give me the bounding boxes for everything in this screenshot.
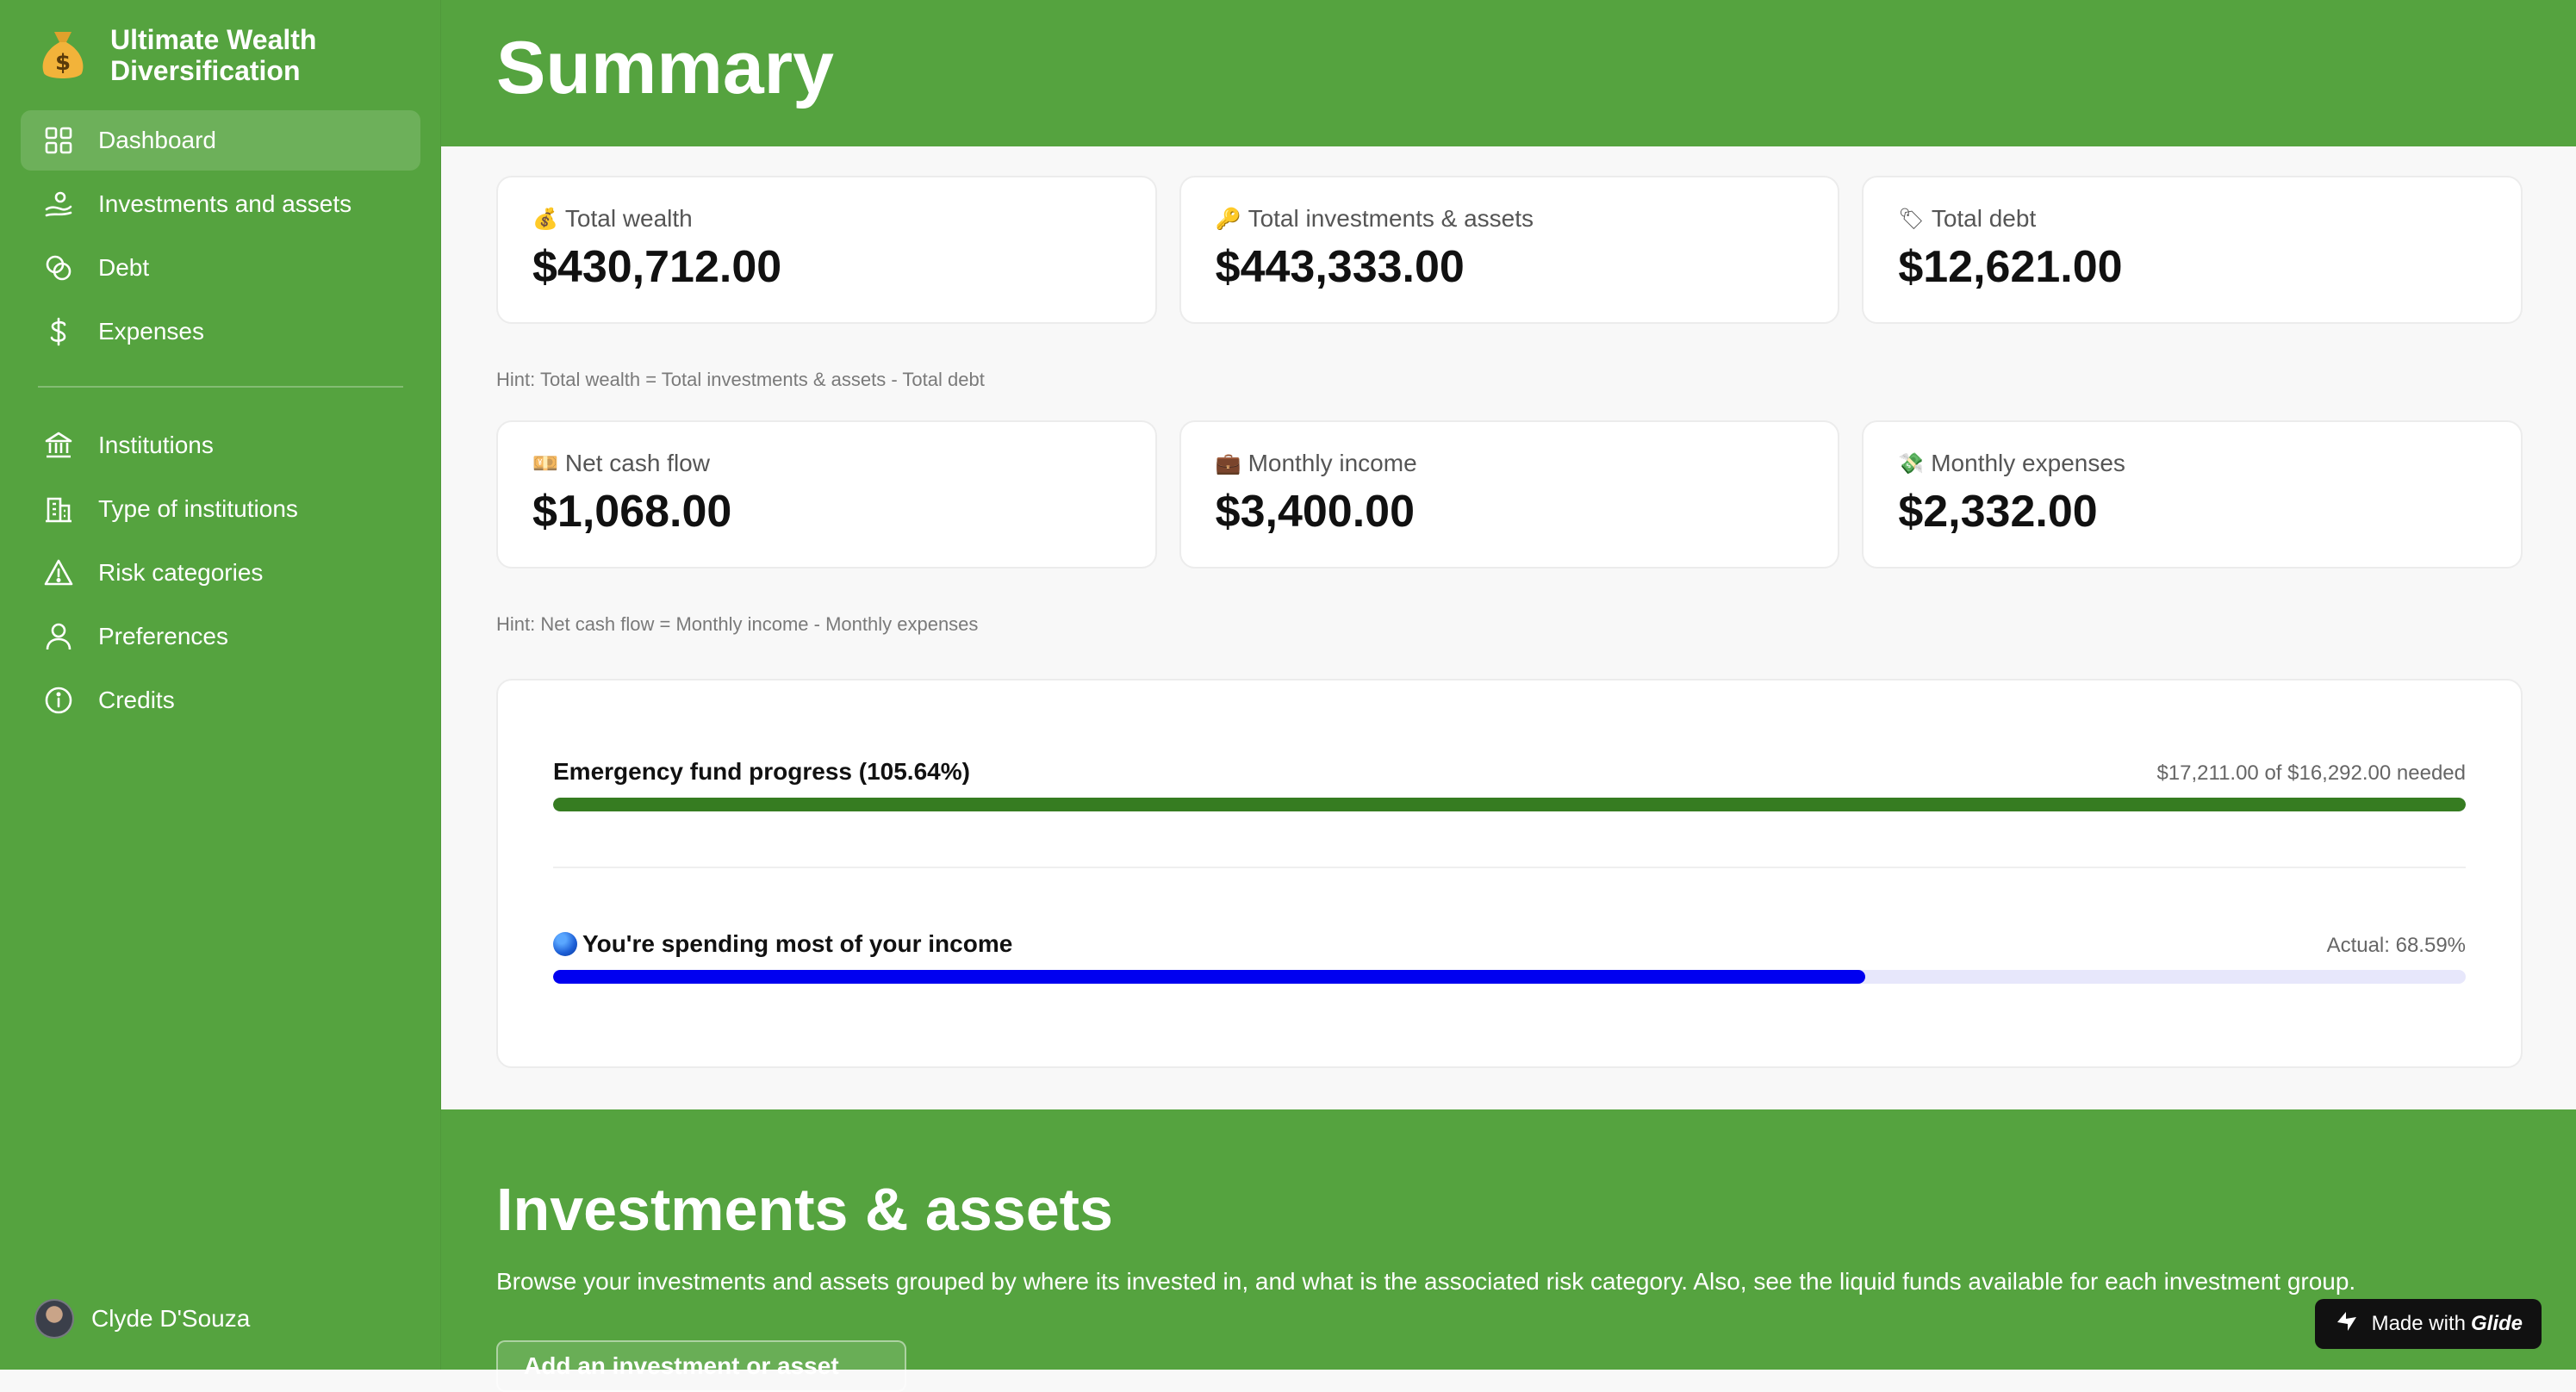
emergency-fund-progress: Emergency fund progress (105.64%) $17,21…	[553, 751, 2466, 811]
hint-net-cash-flow: Hint: Net cash flow = Monthly income - M…	[496, 613, 979, 635]
stat-label: Total debt	[1931, 205, 2037, 232]
stat-label: Monthly expenses	[1931, 450, 2125, 476]
summary-header: Summary	[441, 0, 2576, 146]
key-icon: 🔑	[1215, 207, 1241, 231]
stat-value: $430,712.00	[532, 242, 782, 292]
nav-divider	[38, 386, 403, 388]
sidebar-nav: Dashboard Investments and assets Debt Ex…	[21, 110, 420, 734]
info-icon	[41, 683, 76, 718]
banknote-icon: 💴	[532, 451, 558, 475]
stat-label: Total wealth	[564, 205, 693, 232]
sidebar-item-label: Institutions	[98, 432, 214, 458]
dollar-icon	[41, 314, 76, 349]
blue-circle-icon	[553, 932, 577, 956]
progress-track	[553, 798, 2466, 811]
main-content: Summary 💰 Total wealth $430,712.00 🔑 Total…	[441, 0, 2576, 1392]
svg-text:$: $	[55, 50, 71, 76]
avatar	[34, 1299, 74, 1339]
sidebar-item-preferences[interactable]: Preferences	[21, 606, 420, 667]
investments-section: Investments & assets Browse your investm…	[441, 1109, 2576, 1392]
money-bag-icon: $	[34, 25, 91, 85]
sidebar-item-expenses[interactable]: Expenses	[21, 301, 420, 362]
stat-label: Net cash flow	[564, 450, 710, 476]
sidebar-item-label: Risk categories	[98, 559, 264, 586]
stat-label: Monthly income	[1248, 450, 1417, 476]
warning-icon	[41, 556, 76, 590]
add-investment-button[interactable]: Add an investment or asset	[496, 1340, 906, 1392]
stat-row-2: 💴 Net cash flow $1,068.00 💼 Monthly income…	[496, 420, 2523, 569]
grid-icon	[41, 123, 76, 158]
stat-row-1: 💰 Total wealth $430,712.00 🔑 Total investm…	[496, 176, 2523, 324]
debt-icon	[41, 251, 76, 285]
sidebar-item-label: Debt	[98, 254, 150, 281]
sidebar-item-credits[interactable]: Credits	[21, 670, 420, 730]
badge-brand: Glide	[2470, 1312, 2523, 1335]
user-icon	[41, 619, 76, 654]
sidebar-item-label: Preferences	[98, 623, 228, 649]
stat-value: $1,068.00	[532, 487, 732, 537]
investment-icon	[41, 187, 76, 221]
user-name: Clyde D'Souza	[91, 1305, 251, 1332]
progress-meta: Actual: 68.59%	[2326, 934, 2466, 957]
section-description: Browse your investments and assets group…	[496, 1268, 2356, 1295]
sidebar: $ Ultimate Wealth Diversification Dashbo…	[0, 0, 441, 1370]
sidebar-item-label: Dashboard	[98, 127, 216, 153]
progress-title: Emergency fund progress (105.64%)	[553, 758, 970, 785]
stat-card-monthly-expenses[interactable]: 💸 Monthly expenses $2,332.00	[1862, 420, 2523, 569]
sidebar-item-institutions[interactable]: Institutions	[21, 415, 420, 475]
sidebar-item-risk-categories[interactable]: Risk categories	[21, 543, 420, 603]
sidebar-item-label: Type of institutions	[98, 495, 298, 522]
progress-meta: $17,211.00 of $16,292.00 needed	[2156, 761, 2466, 785]
money-wings-icon: 💸	[1898, 451, 1925, 475]
section-title: Investments & assets	[496, 1176, 1113, 1243]
progress-title: You're spending most of your income	[582, 930, 1013, 957]
user-profile[interactable]: Clyde D'Souza	[34, 1299, 250, 1339]
page-title: Summary	[496, 27, 834, 109]
stat-card-total-debt[interactable]: 🏷 Total debt $12,621.00	[1862, 176, 2523, 324]
stat-value: $3,400.00	[1215, 487, 1416, 537]
sidebar-item-type-of-institutions[interactable]: Type of institutions	[21, 479, 420, 539]
spending-progress: You're spending most of your income Actu…	[553, 923, 2466, 984]
stat-label: Total investments & assets	[1248, 205, 1534, 232]
stat-card-total-wealth[interactable]: 💰 Total wealth $430,712.00	[496, 176, 1157, 324]
sidebar-item-investments[interactable]: Investments and assets	[21, 174, 420, 234]
bolt-icon	[2334, 1308, 2360, 1340]
sidebar-item-label: Credits	[98, 687, 175, 713]
briefcase-icon: 💼	[1215, 451, 1241, 475]
bank-icon	[41, 428, 76, 463]
brand[interactable]: $ Ultimate Wealth Diversification	[34, 24, 369, 86]
badge-prefix: Made with	[2371, 1312, 2466, 1335]
building-icon	[41, 492, 76, 526]
stat-value: $443,333.00	[1215, 242, 1465, 292]
stat-value: $2,332.00	[1898, 487, 2098, 537]
progress-card: Emergency fund progress (105.64%) $17,21…	[496, 679, 2523, 1068]
progress-fill	[553, 798, 2466, 811]
progress-divider	[553, 867, 2466, 868]
sidebar-item-debt[interactable]: Debt	[21, 238, 420, 298]
hint-total-wealth: Hint: Total wealth = Total investments &…	[496, 369, 985, 390]
tag-icon: 🏷	[1898, 207, 1925, 231]
sidebar-item-dashboard[interactable]: Dashboard	[21, 110, 420, 171]
progress-fill	[553, 970, 1865, 984]
stat-card-net-cash-flow[interactable]: 💴 Net cash flow $1,068.00	[496, 420, 1157, 569]
sidebar-item-label: Investments and assets	[98, 190, 352, 217]
add-investment-label: Add an investment or asset	[524, 1352, 839, 1379]
stat-card-total-investments[interactable]: 🔑 Total investments & assets $443,333.00	[1179, 176, 1840, 324]
progress-track	[553, 970, 2466, 984]
app-title: Ultimate Wealth Diversification	[110, 24, 317, 86]
made-with-glide-badge[interactable]: Made with Glide	[2314, 1299, 2542, 1349]
money-bag-icon: 💰	[532, 207, 558, 231]
sidebar-item-label: Expenses	[98, 318, 204, 345]
stat-card-monthly-income[interactable]: 💼 Monthly income $3,400.00	[1179, 420, 1840, 569]
stat-value: $12,621.00	[1898, 242, 2123, 292]
